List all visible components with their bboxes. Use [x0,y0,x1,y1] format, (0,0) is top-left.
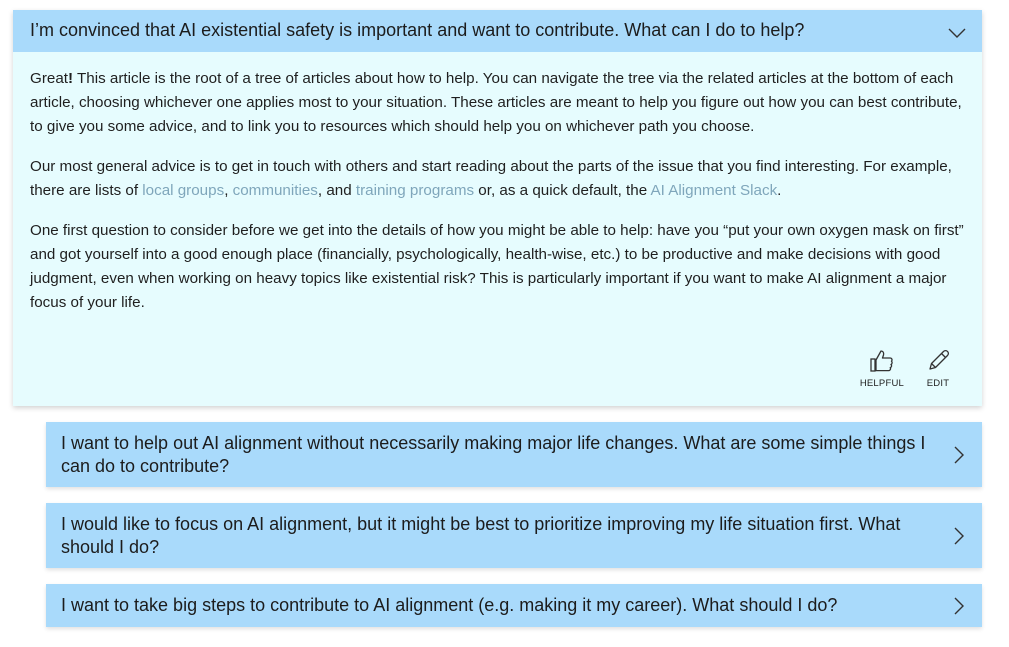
article-link[interactable]: local groups [142,182,224,199]
related-question-2[interactable]: I would like to focus on AI alignment, b… [46,503,982,568]
article-paragraph: One first question to consider before we… [30,222,964,311]
related-question-1[interactable]: I want to help out AI alignment without … [46,422,982,487]
chevron-right-icon[interactable] [948,595,970,617]
main-article-card: I’m convinced that AI existential safety… [13,10,982,406]
chevron-right-icon[interactable] [948,525,970,547]
related-question-text: I would like to focus on AI alignment, b… [61,514,901,557]
article-link[interactable]: training programs [356,182,474,199]
article-body: Great! This article is the root of a tre… [30,67,970,331]
article-link[interactable]: AI Alignment Slack [651,182,778,199]
helpful-label: HELPFUL [859,378,904,389]
article-link[interactable]: communities [233,182,318,199]
pencil-icon [929,349,950,370]
main-question-header[interactable]: I’m convinced that AI existential safety… [13,10,982,52]
main-question-title: I’m convinced that AI existential safety… [30,20,805,40]
related-question-text: I want to help out AI alignment without … [61,433,926,476]
article-actions: HELPFUL EDIT [860,347,952,389]
related-question-text: I want to take big steps to contribute t… [61,595,838,615]
emphasis-text: ! [67,70,74,87]
chevron-down-icon[interactable] [946,22,968,44]
related-question-3[interactable]: I want to take big steps to contribute t… [46,584,982,627]
edit-label: EDIT [926,378,950,389]
thumbs-up-icon [870,350,893,372]
edit-button[interactable]: EDIT [924,347,952,389]
article-paragraph: Our most general advice is to get in tou… [30,158,952,199]
article-paragraph: Great! This article is the root of a tre… [30,70,962,135]
chevron-right-icon[interactable] [948,444,970,466]
helpful-button[interactable]: HELPFUL [860,347,904,389]
